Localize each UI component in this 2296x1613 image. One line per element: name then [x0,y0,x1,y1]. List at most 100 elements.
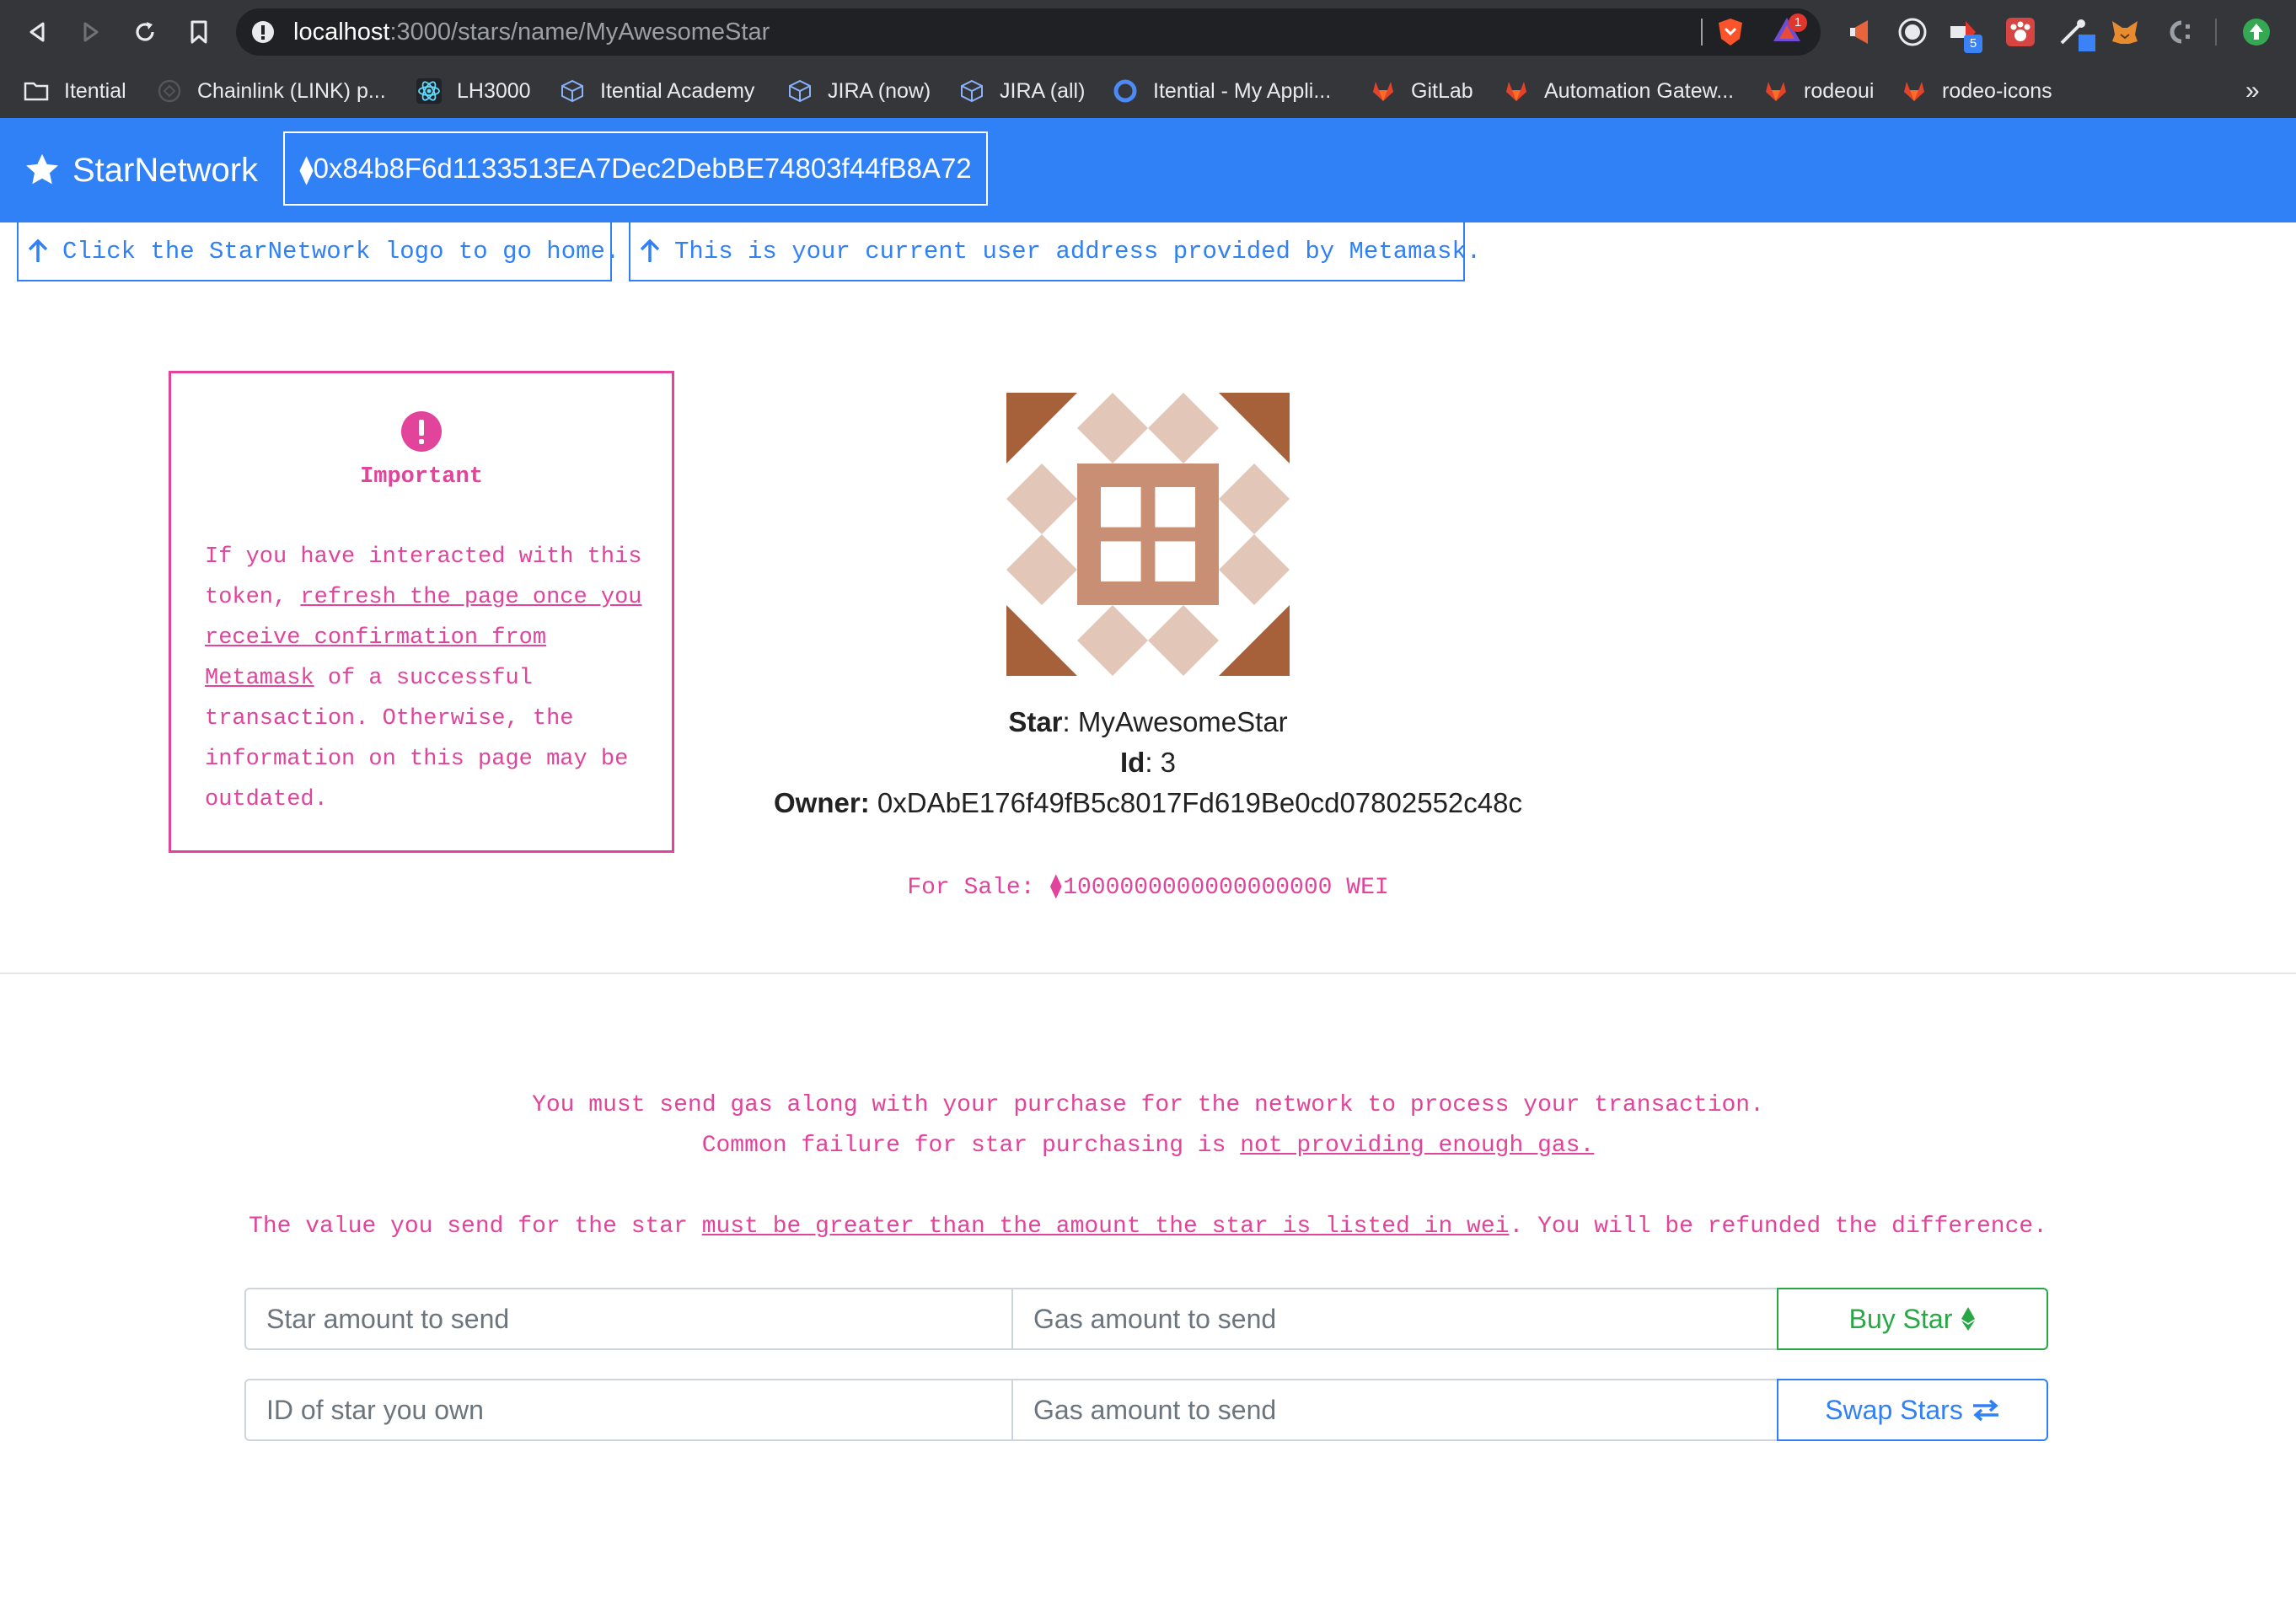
bookmark-rodeoui[interactable]: rodeoui [1763,64,1874,118]
exchange-arrows-icon [1972,1399,1998,1422]
exclamation-icon [401,411,442,452]
buy-star-label: Buy Star [1848,1303,1953,1334]
gitlab-icon [1373,82,1393,101]
bookmarks-bar: Itential Chainlink (LINK) p... LH3000 It… [0,64,2296,119]
user-address-text: 0x84b8F6d1133513EA7Dec2DebBE74803f44fB8A… [313,153,972,184]
hint-home-text: Click the StarNetwork logo to go home. [62,237,620,265]
hint-address: This is your current user address provid… [629,222,1481,281]
tab-extension-button[interactable]: 5 [1947,16,1986,55]
cube-icon [961,79,983,103]
bookmark-label: LH3000 [457,78,531,103]
value-note-text-1: The value you send for the star [249,1214,702,1240]
reload-button[interactable] [125,12,165,52]
star-name-line: Star: MyAwesomeStar [1008,706,1288,737]
profile-update-icon[interactable] [2240,16,2272,48]
forward-arrow-icon [83,22,99,42]
divider [0,973,2296,974]
brave-rewards-button[interactable]: 1 [1772,13,1812,49]
react-icon [416,78,442,104]
bookmark-label: Itential [64,78,126,103]
record-extension-icon[interactable] [1896,16,1929,48]
bookmark-lh3000[interactable]: LH3000 [416,64,531,118]
bookmark-chainlink[interactable]: Chainlink (LINK) p... [157,64,386,118]
circle-logo-icon [1113,79,1137,103]
extension-badge: 5 [1964,35,1982,53]
for-sale-label: For Sale: [907,875,1049,901]
bookmark-label: Itential - My Appli... [1153,78,1332,103]
swap-stars-button[interactable]: Swap Stars [1777,1379,2048,1441]
starnetwork-logo[interactable]: StarNetwork [24,145,258,196]
ethereum-icon [1961,1307,1976,1331]
metamask-fox-icon[interactable] [2109,16,2141,48]
gitlab-icon [1766,82,1786,101]
bookmark-label: rodeoui [1804,78,1875,103]
eyedropper-extension-button[interactable] [2057,16,2095,55]
buy-star-form: Buy Star [244,1288,2050,1350]
bookmark-jira-now[interactable]: JIRA (now) [787,64,931,118]
bookmark-page-button[interactable] [179,12,219,52]
swap-gas-amount-input[interactable] [1011,1379,1778,1441]
star-name: MyAwesomeStar [1077,706,1288,737]
address-bar[interactable]: localhost:3000/stars/name/MyAwesomeStar … [236,8,1821,56]
separator [2215,19,2217,46]
bookmark-automation-gateway[interactable]: Automation Gatew... [1504,64,1734,118]
bookmark-itential[interactable]: Itential [24,64,126,118]
url-host: localhost [293,19,390,46]
bookmark-label: Automation Gatew... [1544,78,1735,103]
back-button[interactable] [17,12,57,52]
bookmark-jira-all[interactable]: JIRA (all) [959,64,1085,118]
star-id-input[interactable] [244,1379,1013,1441]
swap-stars-form: Swap Stars [244,1379,2050,1441]
ethereum-icon: ⧫ [1049,875,1064,901]
bookmark-label: GitLab [1411,78,1473,103]
value-note-text-2: . You will be refunded the difference. [1509,1214,2047,1240]
info-icon[interactable] [251,20,275,44]
star-id-label: Id [1119,747,1145,778]
star-id: 3 [1160,747,1177,778]
url-path: :3000/stars/name/MyAwesomeStar [389,19,770,46]
bookmark-rodeo-icons[interactable]: rodeo-icons [1902,64,2052,118]
gas-note-line-2: Common failure for star purchasing is no… [0,1133,2296,1159]
url-text: localhost:3000/stars/name/MyAwesomeStar [293,8,770,56]
bookmark-label: rodeo-icons [1942,78,2052,103]
star-owner-line: Owner: 0xDAbE176f49fB5c8017Fd619Be0cd078… [0,787,2296,819]
star-amount-input[interactable] [244,1288,1013,1350]
important-notice: Important If you have interacted with th… [169,371,674,853]
star-owner: 0xDAbE176f49fB5c8017Fd619Be0cd07802552c4… [877,787,1522,818]
back-arrow-icon [30,22,45,42]
buy-star-button[interactable]: Buy Star [1777,1288,2048,1350]
reload-icon [136,22,154,41]
rewards-badge: 1 [1789,13,1807,32]
bookmark-label: JIRA (all) [1000,78,1086,103]
gas-note-text: Common failure for star purchasing is [701,1133,1241,1159]
separator [1701,19,1703,46]
code-extension-icon[interactable] [2163,16,2195,48]
folder-icon [24,82,49,101]
gas-help-link[interactable]: not providing enough gas. [1240,1133,1594,1159]
hint-home: Click the StarNetwork logo to go home. [17,222,620,281]
user-address-badge[interactable]: ⧫ 0x84b8F6d1133513EA7Dec2DebBE74803f44fB8… [283,131,988,206]
wei-help-link[interactable]: must be greater than the amount the star… [702,1214,1510,1240]
star-icon [26,153,58,185]
price-unit: WEI [1332,875,1389,901]
value-note: The value you send for the star must be … [0,1214,2296,1240]
bookmarks-overflow-button[interactable]: » [2245,64,2260,118]
color-swatch [2079,35,2095,51]
buy-gas-amount-input[interactable] [1011,1288,1778,1350]
arrow-up-icon [28,238,48,262]
megaphone-extension-icon[interactable] [1846,16,1878,48]
star-name-label: Star [1008,706,1063,737]
star-owner-label: Owner: [774,787,870,818]
paw-extension-icon[interactable] [2004,16,2036,48]
bookmark-itential-my-apps[interactable]: Itential - My Appli... [1113,64,1331,118]
gitlab-icon [1506,82,1526,101]
swap-stars-label: Swap Stars [1825,1394,1963,1425]
gitlab-icon [1904,82,1924,101]
forward-button[interactable] [71,12,111,52]
star-id-line: Id: 3 [1119,747,1177,778]
star-identicon [1006,393,1290,676]
brave-shield-icon[interactable] [1716,17,1745,47]
bookmark-gitlab[interactable]: GitLab [1371,64,1473,118]
important-title: Important [360,464,483,490]
bookmark-itential-academy[interactable]: Itential Academy [560,64,754,118]
